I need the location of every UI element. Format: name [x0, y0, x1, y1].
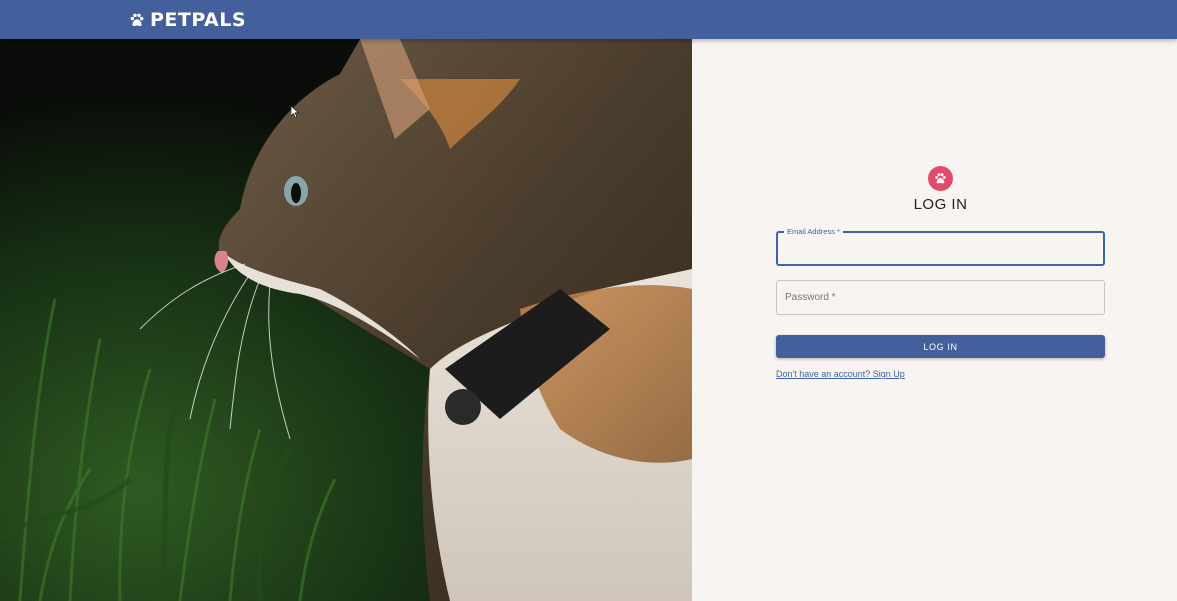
login-panel [692, 39, 1177, 601]
signup-link[interactable]: Don't have an account? Sign Up [776, 369, 905, 379]
email-input[interactable] [778, 233, 1103, 264]
page-title: LOG IN [913, 196, 968, 213]
avatar [928, 166, 953, 191]
hero-cat-photo [0, 39, 692, 601]
top-app-bar: PETPALS [0, 0, 1177, 39]
brand-logo[interactable]: PETPALS [129, 0, 246, 39]
paw-icon [935, 173, 946, 184]
password-field[interactable]: Password * [776, 280, 1105, 315]
mouse-cursor-icon [291, 106, 299, 118]
email-label: Email Address * [784, 226, 843, 237]
brand-name: PETPALS [150, 8, 247, 31]
email-field[interactable]: Email Address * [776, 226, 1105, 266]
password-label: Password * [785, 292, 836, 303]
login-button[interactable]: LOG IN [776, 335, 1105, 358]
paw-icon [130, 13, 144, 26]
